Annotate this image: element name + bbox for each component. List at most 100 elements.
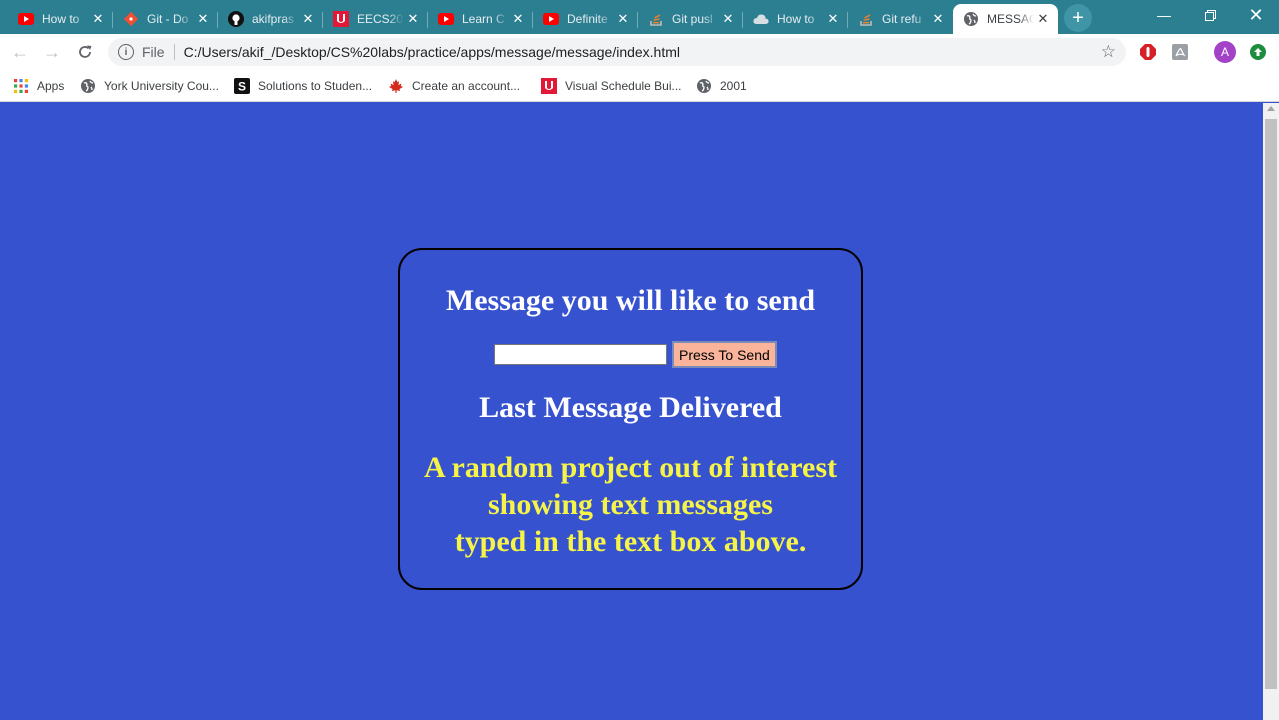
stackoverflow-icon <box>648 11 664 27</box>
tab-how-to-1[interactable]: How to ✕ <box>8 4 113 34</box>
close-icon[interactable]: ✕ <box>194 10 212 28</box>
url-text[interactable]: C:/Users/akif_/Desktop/CS%20labs/practic… <box>184 44 680 60</box>
york-u-icon <box>333 11 349 27</box>
message-card: Message you will like to send Press To S… <box>398 248 863 590</box>
s-logo-icon: S <box>234 78 250 94</box>
tab-strip: How to ✕ Git - Do ✕ akifpras ✕ EECS20 ✕ … <box>0 0 1279 34</box>
tab-learn[interactable]: Learn C ✕ <box>428 4 533 34</box>
scroll-up-icon[interactable] <box>1267 106 1275 111</box>
last-message-text: A random project out of interest showing… <box>400 449 861 560</box>
minimize-icon: — <box>1157 7 1171 23</box>
forward-arrow-icon: → <box>43 41 61 62</box>
bookmark-create-account[interactable]: Create an account... <box>388 76 520 96</box>
tab-title: akifpras <box>252 12 299 26</box>
update-arrow-icon <box>1250 44 1266 60</box>
tab-title: MESSAG <box>987 12 1034 26</box>
close-icon[interactable]: ✕ <box>929 10 947 28</box>
tab-github[interactable]: akifpras ✕ <box>218 4 323 34</box>
close-icon[interactable]: ✕ <box>614 10 632 28</box>
globe-icon <box>80 78 96 94</box>
svg-text:S: S <box>238 80 246 94</box>
vertical-scrollbar[interactable] <box>1263 103 1279 720</box>
tab-message-active[interactable]: MESSAG ✕ <box>953 4 1058 34</box>
youtube-icon <box>18 11 34 27</box>
adblock-icon <box>1140 44 1156 60</box>
tab-title: How to <box>777 12 824 26</box>
cloud-icon <box>753 11 769 27</box>
back-arrow-icon: ← <box>11 41 29 62</box>
minimize-button[interactable]: — <box>1141 0 1187 30</box>
browser-toolbar: ← → i File C:/Users/akif_/Desktop/CS%20l… <box>0 34 1279 70</box>
close-icon[interactable]: ✕ <box>719 10 737 28</box>
git-icon <box>123 11 139 27</box>
last-message-heading: Last Message Delivered <box>479 391 782 424</box>
tab-title: EECS20 <box>357 12 404 26</box>
close-icon[interactable]: ✕ <box>404 10 422 28</box>
tab-eecs[interactable]: EECS20 ✕ <box>323 4 428 34</box>
address-bar[interactable]: i File C:/Users/akif_/Desktop/CS%20labs/… <box>108 38 1126 66</box>
extension-button[interactable] <box>1138 42 1158 62</box>
bookmarks-bar: Apps York University Cou... S Solutions … <box>0 70 1279 102</box>
york-u-icon <box>541 78 557 94</box>
url-scheme: File <box>142 44 165 60</box>
bookmark-apps[interactable]: Apps <box>13 76 64 96</box>
close-icon[interactable]: ✕ <box>89 10 107 28</box>
close-window-button[interactable]: ✕ <box>1233 0 1279 30</box>
youtube-icon <box>438 11 454 27</box>
close-icon[interactable]: ✕ <box>1034 10 1052 28</box>
close-icon[interactable]: ✕ <box>509 10 527 28</box>
plus-icon: + <box>1072 6 1084 29</box>
close-icon[interactable]: ✕ <box>824 10 842 28</box>
tab-title: Git refu <box>882 12 929 26</box>
scrollbar-thumb[interactable] <box>1265 119 1277 689</box>
tab-git-push[interactable]: Git pusl ✕ <box>638 4 743 34</box>
globe-icon <box>696 78 712 94</box>
tab-title: How to <box>42 12 89 26</box>
extension-button[interactable] <box>1170 42 1190 62</box>
tab-git-docs[interactable]: Git - Do ✕ <box>113 4 218 34</box>
profile-avatar[interactable]: A <box>1214 41 1236 63</box>
profile-initial: A <box>1220 45 1229 59</box>
github-icon <box>228 11 244 27</box>
bookmark-label: 2001 <box>720 79 747 93</box>
page-heading: Message you will like to send <box>445 284 816 317</box>
apps-grid-icon <box>13 78 29 94</box>
bookmark-solutions[interactable]: S Solutions to Studen... <box>234 76 372 96</box>
update-button[interactable] <box>1248 42 1268 62</box>
page-viewport: Message you will like to send Press To S… <box>0 103 1263 720</box>
message-line: showing text messages <box>488 488 773 521</box>
message-line: typed in the text box above. <box>454 525 807 558</box>
new-tab-button[interactable]: + <box>1064 4 1092 32</box>
bookmark-label: York University Cou... <box>104 79 219 93</box>
info-icon[interactable]: i <box>118 44 134 60</box>
close-icon: ✕ <box>1248 4 1264 25</box>
close-icon[interactable]: ✕ <box>299 10 317 28</box>
bookmark-york-university[interactable]: York University Cou... <box>80 76 219 96</box>
bookmark-visual-schedule[interactable]: Visual Schedule Bui... <box>541 76 682 96</box>
back-button[interactable]: ← <box>8 40 32 64</box>
tab-git-refuse[interactable]: Git refu ✕ <box>848 4 953 34</box>
tab-definite[interactable]: Definite ✕ <box>533 4 638 34</box>
message-input[interactable] <box>494 344 667 365</box>
tab-title: Definite <box>567 12 614 26</box>
tab-title: Git - Do <box>147 12 194 26</box>
forward-button[interactable]: → <box>40 40 64 64</box>
restore-icon <box>1204 9 1216 21</box>
pdf-icon <box>1172 44 1188 60</box>
bookmark-label: Visual Schedule Bui... <box>565 79 682 93</box>
stackoverflow-icon <box>858 11 874 27</box>
restore-button[interactable] <box>1187 0 1233 30</box>
maple-leaf-icon <box>388 78 404 94</box>
tab-title: Learn C <box>462 12 509 26</box>
message-line: A random project out of interest <box>424 451 837 484</box>
reload-button[interactable] <box>73 40 97 64</box>
bookmark-label: Create an account... <box>412 79 521 93</box>
tab-how-to-2[interactable]: How to ✕ <box>743 4 848 34</box>
reload-icon <box>79 45 92 58</box>
tab-title: Git pusl <box>672 12 719 26</box>
bookmark-star-icon[interactable]: ☆ <box>1101 42 1116 62</box>
send-row: Press To Send <box>494 341 777 368</box>
bookmark-2001[interactable]: 2001 <box>696 76 747 96</box>
youtube-icon <box>543 11 559 27</box>
send-button[interactable]: Press To Send <box>672 341 777 368</box>
